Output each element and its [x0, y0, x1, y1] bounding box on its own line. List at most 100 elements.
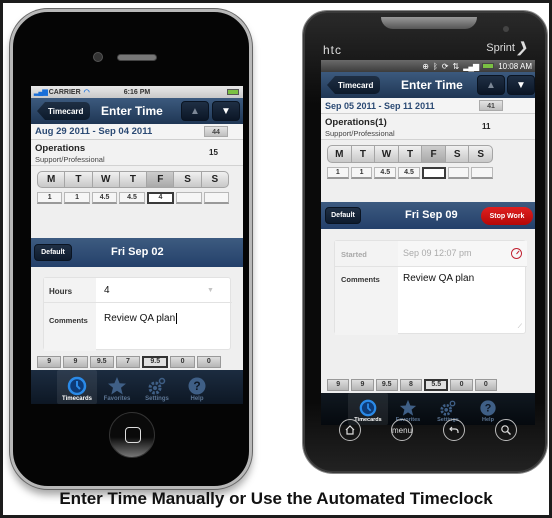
- week-range-row[interactable]: Aug 29 2011 - Sep 04 2011 44: [31, 124, 243, 140]
- hours-cell[interactable]: [176, 192, 202, 204]
- stop-work-button[interactable]: Stop Work: [481, 207, 533, 225]
- previous-button[interactable]: ▲: [477, 75, 505, 95]
- timeclock-form: Started Sep 09 12:07 pm Comments Review …: [334, 240, 527, 335]
- timer-icon[interactable]: [511, 248, 522, 259]
- daily-total-cell: 9.5: [375, 379, 398, 391]
- comments-label: Comments: [49, 316, 88, 325]
- tab-settings[interactable]: Settings: [137, 370, 177, 404]
- day-selector: M T W T F S S: [37, 171, 229, 188]
- android-status-bar: ⊕ ᛒ ⟳ ⇅ ▂▄▆ 10:08 AM: [321, 60, 535, 72]
- home-key[interactable]: [339, 419, 361, 441]
- day-button-tue[interactable]: T: [352, 146, 376, 162]
- up-arrow-icon: ▲: [486, 79, 496, 91]
- day-button-wed[interactable]: W: [375, 146, 399, 162]
- comments-input[interactable]: Review QA plan: [104, 313, 178, 324]
- htc-device: htc Sprint ❯ ⊕ ᛒ ⟳ ⇅ ▂▄▆ 10:08 AM Timeca…: [303, 11, 547, 473]
- hours-cell[interactable]: 1: [64, 192, 90, 204]
- daily-total-cell: 0: [450, 379, 473, 391]
- daily-total-cell: 0: [196, 356, 221, 368]
- back-key[interactable]: [443, 419, 465, 441]
- project-name: Operations(1): [325, 117, 387, 128]
- resize-handle-icon[interactable]: ⟋: [518, 324, 522, 331]
- hours-cell[interactable]: 4.5: [374, 167, 397, 179]
- project-subtitle: Support/Professional: [35, 155, 105, 164]
- search-key[interactable]: [495, 419, 517, 441]
- day-button-tue[interactable]: T: [65, 172, 93, 187]
- comments-input[interactable]: Review QA plan: [403, 273, 474, 284]
- timecard-back-button[interactable]: Timecard: [37, 102, 91, 120]
- battery-icon: [227, 89, 239, 95]
- hours-cell[interactable]: 4.5: [119, 192, 145, 204]
- project-hours-row: 1 1 4.5 4.5 4: [37, 192, 229, 204]
- daily-total-cell: 9: [37, 356, 62, 368]
- tab-timecards[interactable]: Timecards: [57, 370, 97, 404]
- hours-cell[interactable]: [447, 167, 470, 179]
- started-label: Started: [341, 250, 367, 259]
- tab-help[interactable]: ? Help: [177, 370, 217, 404]
- day-button-mon[interactable]: M: [38, 172, 66, 187]
- project-row[interactable]: Operations(1) Support/Professional 11: [321, 114, 535, 140]
- daily-total-cell: 9: [327, 379, 350, 391]
- hours-cell-selected[interactable]: [421, 167, 446, 179]
- day-button-thu[interactable]: T: [120, 172, 148, 187]
- hours-cell[interactable]: [203, 192, 229, 204]
- navbar: Timecard Enter Time ▲ ▼: [321, 72, 535, 98]
- project-row[interactable]: Operations Support/Professional 15: [31, 140, 243, 166]
- day-button-sun[interactable]: S: [202, 172, 228, 187]
- hours-label: Hours: [49, 287, 73, 296]
- selected-day-title: Fri Sep 02: [111, 246, 164, 258]
- week-range-row[interactable]: Sep 05 2011 - Sep 11 2011 41: [321, 98, 535, 114]
- gear-icon: [439, 399, 457, 417]
- hours-cell[interactable]: 1: [327, 167, 349, 179]
- day-button-sat[interactable]: S: [174, 172, 202, 187]
- hours-select[interactable]: 4: [104, 285, 110, 296]
- project-hours: 15: [209, 148, 218, 157]
- default-button[interactable]: Default: [325, 207, 361, 224]
- hours-cell[interactable]: [471, 167, 494, 179]
- next-button[interactable]: ▼: [212, 101, 240, 121]
- htc-screen: ⊕ ᛒ ⟳ ⇅ ▂▄▆ 10:08 AM Timecard Enter Time…: [321, 60, 535, 425]
- sync-icon: ⟳: [441, 61, 449, 71]
- help-icon: ?: [479, 399, 497, 417]
- tab-favorites[interactable]: Favorites: [97, 370, 137, 404]
- day-button-fri[interactable]: F: [147, 172, 175, 187]
- back-icon: [449, 426, 459, 433]
- project-name: Operations: [35, 143, 86, 154]
- previous-button[interactable]: ▲: [181, 101, 209, 121]
- home-button[interactable]: [109, 412, 155, 458]
- hours-cell[interactable]: 4.5: [91, 192, 118, 204]
- daily-total-cell: 9.5: [89, 356, 114, 368]
- hours-cell[interactable]: 4.5: [398, 167, 420, 179]
- menu-key[interactable]: menu: [391, 419, 413, 441]
- default-button[interactable]: Default: [34, 244, 72, 261]
- next-button[interactable]: ▼: [507, 75, 535, 95]
- day-button-mon[interactable]: M: [328, 146, 352, 162]
- day-button-sun[interactable]: S: [469, 146, 492, 162]
- daily-total-cell-selected: 9.5: [142, 356, 169, 368]
- menu-key-label: menu: [392, 425, 413, 435]
- day-button-fri[interactable]: F: [422, 146, 446, 162]
- clock-icon: [359, 399, 377, 417]
- dropdown-chevron-icon[interactable]: ▼: [207, 287, 214, 294]
- page-title: Enter Time: [101, 104, 163, 118]
- day-button-sat[interactable]: S: [446, 146, 470, 162]
- up-arrow-icon: ▲: [190, 105, 200, 117]
- day-button-wed[interactable]: W: [93, 172, 120, 187]
- selected-day-title: Fri Sep 09: [405, 209, 458, 221]
- hours-cell[interactable]: 1: [350, 167, 373, 179]
- project-hours: 11: [482, 122, 491, 131]
- daily-total-cell: 7: [115, 356, 141, 368]
- timecard-back-button[interactable]: Timecard: [327, 76, 381, 94]
- day-button-thu[interactable]: T: [399, 146, 423, 162]
- hours-cell[interactable]: 1: [37, 192, 63, 204]
- project-subtitle: Support/Professional: [325, 129, 395, 138]
- navbar: Timecard Enter Time ▲ ▼: [31, 98, 243, 124]
- week-total-badge: 41: [479, 100, 503, 111]
- page-title: Enter Time: [401, 78, 463, 92]
- hours-cell-selected[interactable]: 4: [146, 192, 175, 204]
- earpiece-grille: [381, 17, 477, 29]
- bluetooth-icon: ᛒ: [432, 61, 438, 71]
- comments-label: Comments: [341, 275, 380, 284]
- caption: Enter Time Manually or Use the Automated…: [59, 489, 493, 508]
- entry-form: Hours 4 ▼ Comments Review QA plan: [43, 277, 232, 351]
